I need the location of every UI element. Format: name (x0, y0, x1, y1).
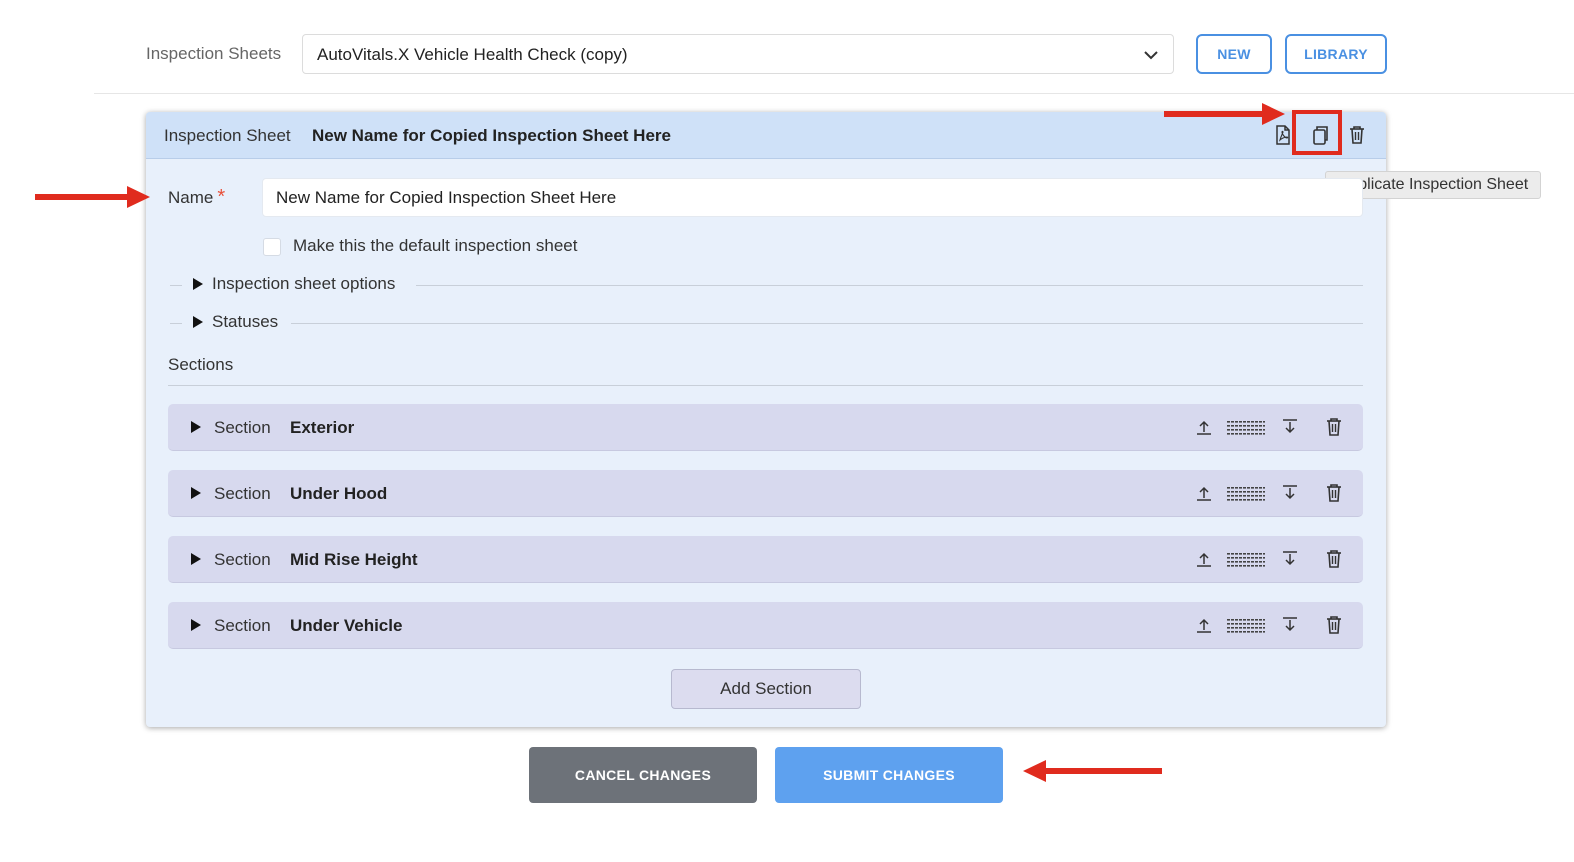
section-prefix: Section (214, 484, 271, 503)
section-name: Under Vehicle (290, 616, 403, 635)
drag-handle-icon[interactable] (1226, 483, 1266, 503)
move-to-bottom-icon[interactable] (1280, 615, 1300, 635)
name-field[interactable] (262, 178, 1363, 217)
section-row[interactable]: Section Under Vehicle (168, 602, 1363, 649)
expand-triangle-icon[interactable] (191, 487, 201, 499)
default-sheet-checkbox-label: Make this the default inspection sheet (293, 236, 578, 255)
drag-handle-icon[interactable] (1226, 549, 1266, 569)
move-to-top-icon[interactable] (1194, 549, 1214, 569)
options-divider-left (170, 285, 182, 286)
trash-icon[interactable] (1324, 417, 1344, 437)
section-name: Exterior (290, 418, 355, 437)
section-prefix: Section (214, 616, 271, 635)
name-input[interactable] (276, 188, 1346, 208)
sections-divider (168, 385, 1363, 386)
cancel-changes-button[interactable]: CANCEL CHANGES (529, 747, 757, 803)
section-name: Under Hood (290, 484, 388, 503)
section-row[interactable]: Section Under Hood (168, 470, 1363, 517)
move-to-top-icon[interactable] (1194, 483, 1214, 503)
expand-triangle-icon[interactable] (193, 278, 203, 290)
trash-icon[interactable] (1324, 549, 1344, 569)
trash-icon[interactable] (1346, 124, 1368, 146)
chevron-down-icon (1144, 51, 1158, 60)
library-button[interactable]: LIBRARY (1285, 34, 1387, 74)
new-button[interactable]: NEW (1196, 34, 1272, 74)
move-to-bottom-icon[interactable] (1280, 483, 1300, 503)
section-prefix: Section (214, 418, 271, 437)
expand-triangle-icon[interactable] (191, 421, 201, 433)
default-sheet-checkbox[interactable] (263, 238, 281, 256)
duplicate-highlight-box (1292, 110, 1342, 155)
statuses-toggle[interactable]: Statuses (212, 312, 278, 332)
section-row[interactable]: Section Mid Rise Height (168, 536, 1363, 583)
section-prefix: Section (214, 550, 271, 569)
panel-header-label: Inspection Sheet (164, 126, 291, 145)
move-to-bottom-icon[interactable] (1280, 417, 1300, 437)
expand-triangle-icon[interactable] (191, 619, 201, 631)
submit-changes-button[interactable]: SUBMIT CHANGES (775, 747, 1003, 803)
trash-icon[interactable] (1324, 483, 1344, 503)
drag-handle-icon[interactable] (1226, 615, 1266, 635)
required-mark: * (217, 186, 226, 208)
options-divider-right (416, 285, 1363, 286)
selected-sheet-value: AutoVitals.X Vehicle Health Check (copy) (317, 45, 628, 64)
expand-triangle-icon[interactable] (193, 316, 203, 328)
annotation-arrow-icon (1164, 103, 1285, 125)
pdf-icon[interactable] (1272, 124, 1294, 146)
inspection-sheet-options-toggle[interactable]: Inspection sheet options (212, 274, 395, 294)
top-divider (94, 93, 1574, 94)
drag-handle-icon[interactable] (1226, 417, 1266, 437)
section-row[interactable]: Section Exterior (168, 404, 1363, 451)
move-to-top-icon[interactable] (1194, 615, 1214, 635)
trash-icon[interactable] (1324, 615, 1344, 635)
section-name: Mid Rise Height (290, 550, 418, 569)
add-section-button[interactable]: Add Section (671, 669, 861, 709)
annotation-arrow-icon (1023, 760, 1162, 782)
name-label-text: Name (168, 188, 214, 207)
inspection-sheets-label: Inspection Sheets (146, 44, 282, 63)
sections-heading: Sections (168, 355, 234, 374)
inspection-sheet-select[interactable]: AutoVitals.X Vehicle Health Check (copy) (302, 34, 1174, 74)
expand-triangle-icon[interactable] (191, 553, 201, 565)
move-to-top-icon[interactable] (1194, 417, 1214, 437)
move-to-bottom-icon[interactable] (1280, 549, 1300, 569)
name-field-label: Name * (168, 186, 225, 209)
panel-header-title: New Name for Copied Inspection Sheet Her… (312, 126, 671, 145)
statuses-divider-right (291, 323, 1363, 324)
statuses-divider-left (170, 323, 182, 324)
annotation-arrow-icon (35, 186, 150, 208)
